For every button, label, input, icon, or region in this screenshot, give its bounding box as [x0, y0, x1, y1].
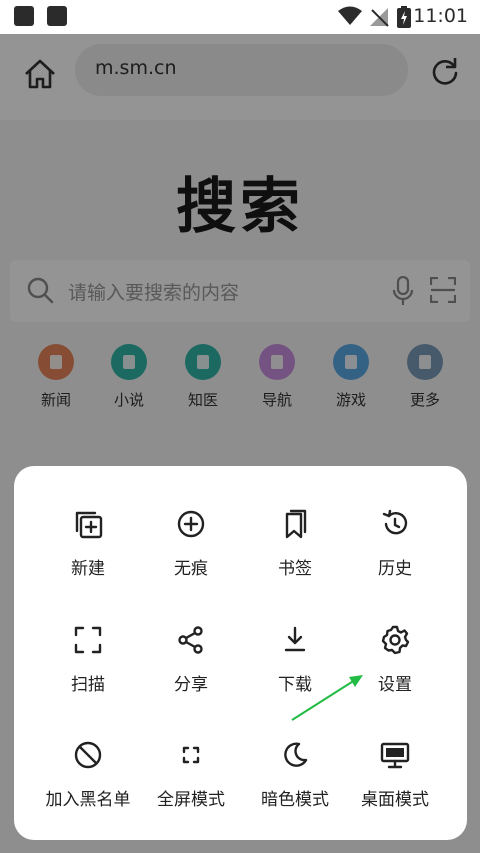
annotation-arrow	[291, 675, 363, 721]
